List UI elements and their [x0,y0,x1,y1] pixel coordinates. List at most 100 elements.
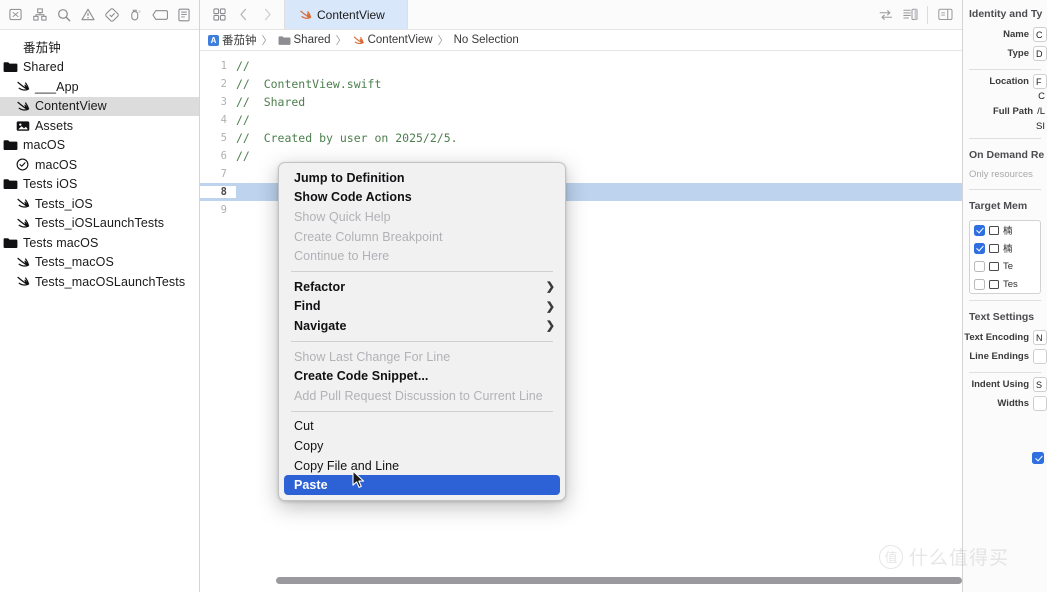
location-value-continued: C [1038,91,1045,102]
tab-bar-left-controls [200,0,284,29]
tree-item-tests-ios[interactable]: Tests_iOS [0,194,199,214]
line-endings-select[interactable] [1033,349,1047,364]
tree-item-macos-folder[interactable]: macOS [0,136,199,156]
name-field[interactable]: C [1033,27,1047,42]
menu-item-find[interactable]: Find ❯ [279,297,565,317]
tree-item-tests-ios-launch[interactable]: Tests_iOSLaunchTests [0,214,199,234]
scrollbar-thumb[interactable] [276,577,962,584]
tree-item-macos-entitlements[interactable]: macOS [0,155,199,175]
tree-item-shared[interactable]: Shared [0,58,199,78]
issue-navigator-icon[interactable] [76,4,99,26]
breadcrumb-group[interactable]: Shared [278,34,331,46]
line-text: // Shared [236,95,306,109]
menu-item-cut[interactable]: Cut [279,417,565,437]
code-line[interactable]: 3 // Shared [200,93,962,111]
adjust-editor-icon[interactable] [875,4,897,26]
tree-item-tests-macos-folder[interactable]: Tests macOS [0,233,199,253]
line-number: 2 [220,78,227,90]
debug-navigator-icon[interactable] [124,4,147,26]
on-demand-tags-field[interactable]: Only resources [963,166,1047,183]
fullpath-value-continued: SI [1036,121,1045,132]
menu-item-label: Show Code Actions [294,190,412,205]
menu-item-refactor[interactable]: Refactor ❯ [279,277,565,297]
type-select[interactable]: D [1033,46,1047,61]
on-demand-section-title: On Demand Re [969,149,1045,161]
source-control-navigator-icon[interactable] [28,4,51,26]
tab-contentview[interactable]: ContentView [284,0,408,29]
code-line[interactable]: 4 // [200,111,962,129]
code-line[interactable]: 1 // [200,57,962,75]
project-icon: A [208,34,219,46]
tree-item-contentview[interactable]: ContentView [0,96,199,116]
widths-field[interactable] [1033,396,1047,411]
editor-context-menu[interactable]: Jump to Definition Show Code Actions Sho… [278,162,566,501]
inspector-row-fullpath: Full Path /L [963,102,1047,121]
menu-item-navigate[interactable]: Navigate ❯ [279,316,565,336]
line-number: 9 [220,204,227,216]
menu-item-label: Find [294,299,321,314]
tree-item-tests-macos[interactable]: Tests_macOS [0,253,199,273]
tree-item-tests-macos-launch[interactable]: Tests_macOSLaunchTests [0,272,199,292]
navigator-file-tree[interactable]: 番茄钟 Shared ___App ContentView Assets mac… [0,30,199,592]
line-text: // [236,149,250,163]
project-navigator-icon[interactable] [4,4,27,26]
menu-item-copy[interactable]: Copy [279,436,565,456]
menu-item-label: Navigate [294,318,347,333]
forward-chevron-icon[interactable] [256,4,278,26]
menu-item-label: Jump to Definition [294,170,405,185]
target-row[interactable]: 楠 [970,239,1040,257]
inspector-toggle-icon[interactable] [934,4,956,26]
target-checkbox[interactable] [974,242,985,254]
target-label: Tes [1003,278,1018,290]
text-encoding-select[interactable]: N [1033,330,1047,345]
breadcrumb-project[interactable]: A 番茄钟 [208,32,257,48]
breadcrumb-file[interactable]: ContentView [352,34,433,46]
editor-options-icon[interactable] [208,4,230,26]
swift-file-icon [352,35,365,46]
breadcrumb[interactable]: A 番茄钟 〉 Shared 〉 ContentView 〉 No Select… [200,30,962,51]
report-navigator-icon[interactable] [172,4,195,26]
menu-item-show-code-actions[interactable]: Show Code Actions [279,188,565,208]
target-membership-list[interactable]: 楠 楠 Te Tes [969,220,1041,294]
breadcrumb-separator-icon: 〉 [261,35,273,47]
find-navigator-icon[interactable] [52,4,75,26]
back-chevron-icon[interactable] [232,4,254,26]
target-row[interactable]: Te [970,257,1040,275]
menu-item-label: Refactor [294,279,346,294]
target-checkbox[interactable] [974,224,985,236]
target-checkbox[interactable] [974,260,985,272]
swift-file-icon [14,255,31,270]
tree-item-project[interactable]: 番茄钟 [0,38,199,58]
swift-file-icon [14,216,31,231]
inspector-label: Widths [997,398,1029,409]
line-text: // ContentView.swift [236,77,382,91]
swift-file-icon [14,196,31,211]
assets-catalog-icon [14,118,31,133]
target-checkbox[interactable] [974,278,985,290]
menu-item-label: Create Code Snippet... [294,369,429,384]
tree-item-tests-ios-folder[interactable]: Tests iOS [0,175,199,195]
tree-item-app-swift[interactable]: ___App [0,77,199,97]
test-navigator-icon[interactable] [100,4,123,26]
menu-separator [291,270,553,272]
menu-item-create-code-snippet[interactable]: Create Code Snippet... [279,366,565,386]
code-line[interactable]: 2 // ContentView.swift [200,75,962,93]
code-line[interactable]: 5 // Created by user on 2025/2/5. [200,129,962,147]
wrap-lines-checkbox[interactable] [1032,452,1044,464]
minimap-toggle-icon[interactable] [899,4,921,26]
indent-using-select[interactable]: S [1033,377,1047,392]
test-bundle-icon [989,279,999,289]
menu-item-paste[interactable]: Paste [284,475,560,495]
breakpoint-navigator-icon[interactable] [148,4,171,26]
target-row[interactable]: Tes [970,275,1040,293]
target-row[interactable]: 楠 [970,221,1040,239]
inspector-label: Location [989,76,1029,87]
menu-item-copy-file-and-line[interactable]: Copy File and Line [279,456,565,476]
editor-horizontal-scrollbar[interactable] [276,577,962,584]
location-select[interactable]: F [1033,74,1047,89]
tree-item-assets[interactable]: Assets [0,116,199,136]
menu-item-jump-to-definition[interactable]: Jump to Definition [279,168,565,188]
folder-icon [2,235,19,250]
identity-section-title: Identity and Ty [969,8,1043,20]
breadcrumb-selection[interactable]: No Selection [454,34,519,46]
